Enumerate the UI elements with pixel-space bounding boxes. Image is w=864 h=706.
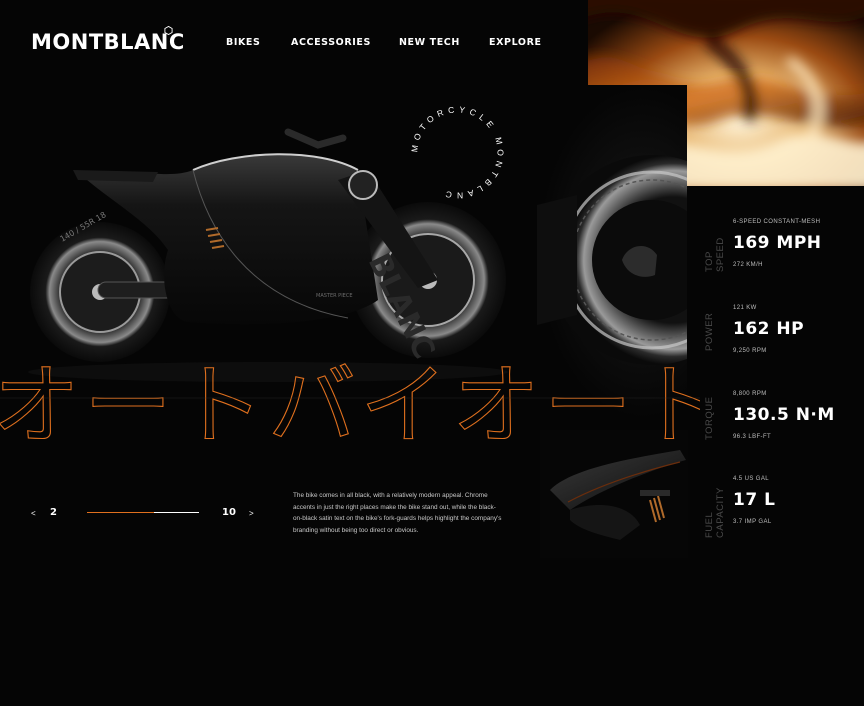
spec-label-torque: TORQUE [704, 396, 715, 440]
svg-text:MOTORCYCLE MONTBLANC: MOTORCYCLE MONTBLANC [409, 104, 506, 200]
svg-text:オートバイオート: オートバイオート [0, 358, 700, 453]
nav-accessories[interactable]: ACCESSORIES [291, 37, 371, 48]
pager-progress [154, 512, 199, 513]
body-panel-text: MASTER PIECE [316, 293, 352, 299]
pager-current: 2 [50, 507, 57, 518]
spec-value-torque: 130.5 N·M [733, 405, 835, 425]
hexagon-icon [164, 26, 173, 35]
nav-new-tech[interactable]: NEW TECH [399, 37, 460, 48]
spec-top-text: 4.5 US GAL [733, 476, 770, 482]
next-arrow-icon[interactable]: > [249, 509, 254, 518]
pager-track [87, 512, 199, 513]
spec-bottom-text: 3.7 IMP GAL [733, 519, 772, 525]
spec-top-text: 121 KW [733, 305, 757, 311]
spec-label-power: POWER [704, 312, 715, 351]
spec-bottom-text: 272 KM/H [733, 262, 763, 268]
bike-description: The bike comes in all black, with a rela… [293, 492, 502, 535]
spec-value-power: 162 HP [733, 319, 805, 339]
spec-label-top-speed: TOP SPEED [704, 237, 726, 272]
spec-bottom-text: 9,250 RPM [733, 348, 767, 354]
circular-brand-text: MOTORCYCLE MONTBLANC [409, 104, 506, 200]
spec-top-text: 8,800 RPM [733, 391, 767, 397]
spec-label-fuel-capacity: FUEL CAPACITY [704, 487, 726, 538]
prev-arrow-icon[interactable]: < [31, 509, 36, 518]
spec-value-top-speed: 169 MPH [733, 233, 822, 253]
kanji-headline: オートバイオート [0, 358, 700, 453]
pager-total: 10 [222, 507, 236, 518]
spec-value-fuel-capacity: 17 L [733, 490, 776, 510]
nav-bikes[interactable]: BIKES [226, 37, 260, 48]
spec-bottom-text: 96.3 LBF-FT [733, 434, 772, 440]
nav-explore[interactable]: EXPLORE [489, 37, 542, 48]
spec-top-text: 6-SPEED CONSTANT-MESH [733, 219, 821, 225]
brand-logo[interactable]: MONTBLANC [31, 30, 185, 54]
